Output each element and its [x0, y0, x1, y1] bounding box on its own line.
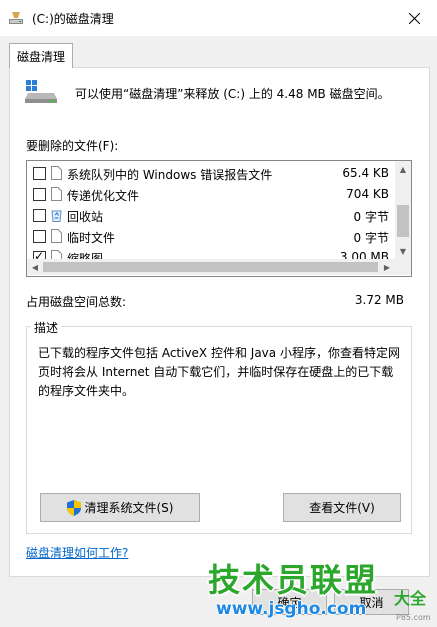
tab-disk-cleanup[interactable]: 磁盘清理 [9, 43, 73, 68]
clean-system-files-label: 清理系统文件(S) [84, 501, 174, 515]
list-item[interactable]: 临时文件 0 字节 [27, 226, 395, 247]
view-files-label: 查看文件(V) [309, 501, 375, 515]
files-list[interactable]: 系统队列中的 Windows 错误报告文件 65.4 KB 传递优化文件 704… [26, 160, 412, 277]
watermark-title: 技术员联盟 [208, 561, 379, 599]
list-item[interactable]: 回收站 0 字节 [27, 205, 395, 226]
scroll-right-icon[interactable]: ▶ [379, 259, 395, 275]
checkbox[interactable] [33, 167, 46, 180]
disk-cleanup-icon [9, 12, 23, 24]
clean-system-files-button[interactable]: 清理系统文件(S) [40, 493, 200, 522]
file-name: 传递优化文件 [67, 189, 140, 203]
file-size: 65.4 KB [342, 166, 389, 180]
file-icon [51, 166, 62, 180]
checkbox[interactable] [33, 209, 46, 222]
scroll-up-icon[interactable]: ▲ [395, 161, 411, 177]
tab-label: 磁盘清理 [16, 49, 65, 64]
file-size: 0 字节 [353, 231, 389, 245]
file-icon [51, 187, 62, 201]
watermark-domain: P85.com [396, 613, 431, 622]
file-name: 系统队列中的 Windows 错误报告文件 [67, 168, 273, 182]
title-bar: (C:)的磁盘清理 [0, 0, 437, 36]
recycle-bin-icon [51, 210, 62, 222]
total-space-value: 3.72 MB [354, 293, 404, 307]
close-button[interactable] [391, 0, 437, 36]
hard-drive-icon [25, 80, 57, 103]
intro-text: 可以使用“磁盘清理”来释放 (C:) 上的 4.48 MB 磁盘空间。 [75, 87, 390, 101]
vertical-scrollbar[interactable]: ▲ ▼ [395, 161, 411, 259]
files-to-delete-label: 要删除的文件(F): [26, 139, 119, 153]
total-space-label: 占用磁盘空间总数: [26, 295, 127, 309]
file-name: 临时文件 [67, 231, 116, 245]
file-icon [51, 229, 62, 243]
description-legend: 描述 [31, 319, 62, 336]
watermark-small-text: 大全 [394, 589, 427, 608]
file-size: 0 字节 [353, 210, 389, 224]
scrollbar-thumb[interactable] [397, 205, 409, 237]
file-size: 704 KB [346, 187, 389, 201]
checkbox[interactable] [33, 188, 46, 201]
list-item[interactable]: 传递优化文件 704 KB [27, 184, 395, 205]
scroll-left-icon[interactable]: ◀ [27, 259, 43, 275]
window-title: (C:)的磁盘清理 [32, 12, 114, 26]
scrollbar-thumb[interactable] [43, 262, 378, 272]
shield-icon [66, 499, 81, 516]
scroll-down-icon[interactable]: ▼ [395, 243, 411, 259]
help-link[interactable]: 磁盘清理如何工作? [26, 544, 128, 561]
watermark-url: www.jsgho.com [216, 599, 367, 619]
list-item[interactable]: 系统队列中的 Windows 错误报告文件 65.4 KB [27, 163, 395, 184]
horizontal-scrollbar[interactable]: ◀ ▶ [27, 259, 395, 275]
description-text: 已下载的程序文件包括 ActiveX 控件和 Java 小程序，你查看特定网页时… [38, 346, 400, 398]
checkbox[interactable] [33, 230, 46, 243]
file-name: 回收站 [67, 210, 104, 224]
view-files-button[interactable]: 查看文件(V) [283, 493, 401, 522]
watermark: 技术员联盟 大全 www.jsgho.com P85.com [208, 555, 437, 627]
scrollbar-corner [395, 259, 411, 275]
close-icon [408, 12, 420, 24]
